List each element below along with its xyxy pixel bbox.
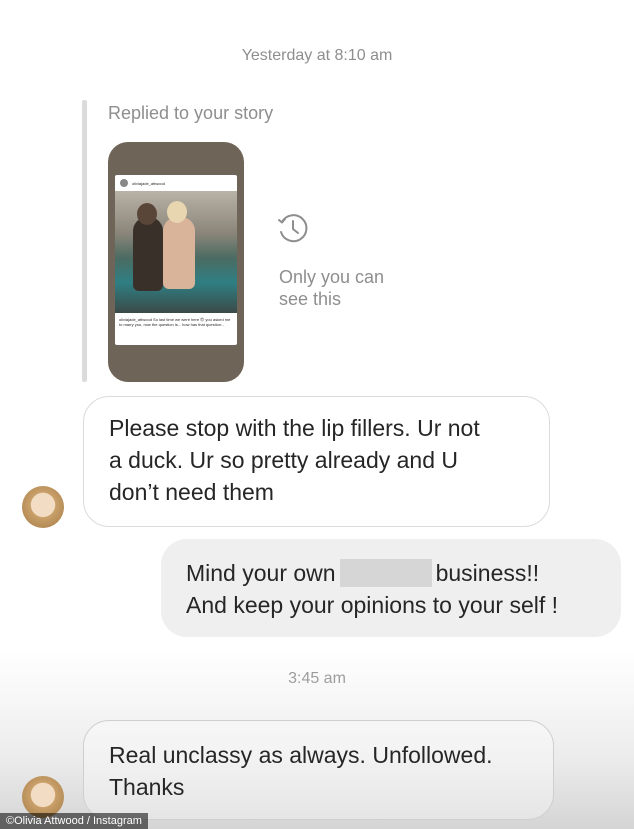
timestamp-time: 3:45 am [288, 670, 346, 687]
post-header: oliviajade_attwood [115, 175, 237, 191]
message-text: Mind your own [186, 560, 336, 586]
person-woman [163, 217, 195, 289]
person-woman-head [167, 201, 187, 223]
only-you-note: Only you can see this [279, 266, 384, 310]
message-line: And keep your opinions to your self ! [186, 592, 559, 618]
post-photo [115, 191, 237, 313]
message-line: Real unclassy as always. Unfollowed. [109, 742, 493, 768]
redaction-block [339, 558, 432, 587]
history-icon [278, 214, 308, 243]
post-username: oliviajade_attwood [132, 180, 165, 186]
message-outgoing[interactable]: Mind your own business!! And keep your op… [161, 539, 621, 637]
person-man [133, 217, 163, 291]
person-man-head [137, 203, 157, 225]
sender-avatar[interactable] [22, 776, 64, 818]
only-you-line-1: Only you can [279, 267, 385, 287]
post-caption: oliviajade_attwood So last time we were … [119, 317, 231, 327]
sender-avatar[interactable] [22, 486, 64, 528]
message-line: Please stop with the lip fillers. Ur not [109, 415, 480, 441]
reply-label: Replied to your story [108, 103, 274, 123]
only-you-line-2: see this [279, 289, 342, 309]
message-line: Mind your own business!! [186, 557, 621, 589]
post-avatar [120, 179, 128, 187]
story-thumbnail[interactable]: oliviajade_attwood oliviajade_attwood So… [108, 142, 244, 382]
timestamp-yesterday: Yesterday at 8:10 am [241, 47, 393, 64]
reply-quote-bar [82, 100, 87, 382]
photo-credit: ©Olivia Attwood / Instagram [0, 813, 148, 829]
message-line: a duck. Ur so pretty already and U [109, 447, 458, 473]
story-post: oliviajade_attwood oliviajade_attwood So… [115, 175, 237, 345]
message-line: don’t need them [109, 479, 274, 505]
message-text: business!! [435, 560, 540, 586]
message-incoming[interactable]: Please stop with the lip fillers. Ur not… [83, 396, 550, 527]
message-incoming[interactable]: Real unclassy as always. Unfollowed. Tha… [83, 720, 554, 820]
message-line: Thanks [109, 774, 185, 800]
